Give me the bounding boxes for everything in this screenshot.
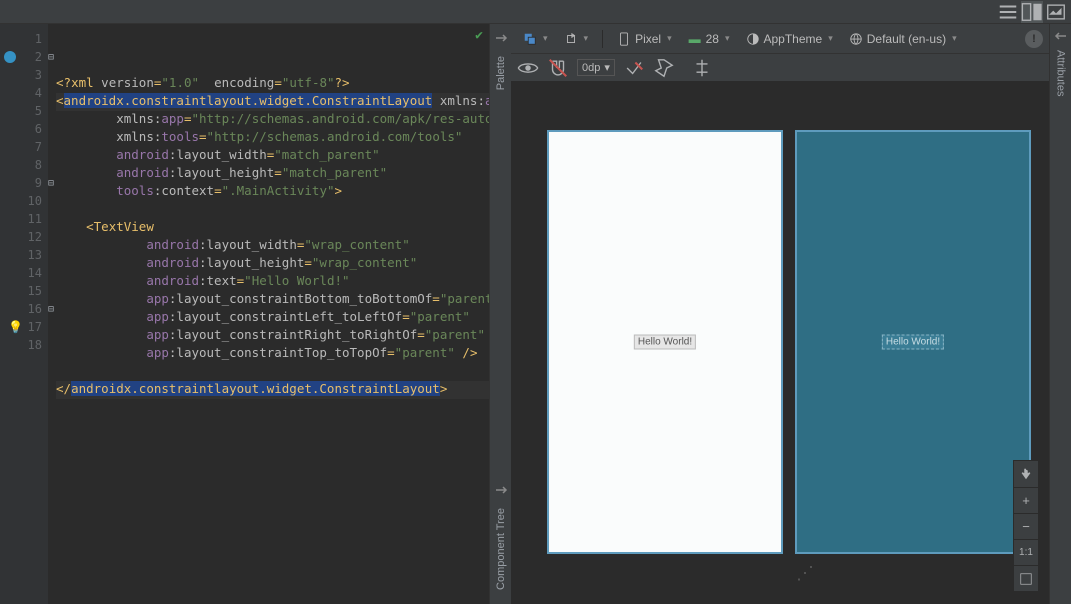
design-canvas[interactable]: Hello World! Hello World! ⋰ + − 1:1 bbox=[511, 82, 1049, 604]
view-options-icon[interactable] bbox=[517, 57, 539, 79]
line-number: 5 bbox=[0, 102, 48, 120]
code-line[interactable]: app:layout_constraintBottom_toBottomOf="… bbox=[56, 291, 489, 309]
zoom-fit-button[interactable] bbox=[1014, 565, 1038, 591]
zoom-controls: + − 1:1 bbox=[1013, 460, 1039, 592]
surface-select-button[interactable]: ▾ bbox=[517, 29, 554, 49]
editor-view-mode-toolbar bbox=[0, 0, 1071, 24]
code-line[interactable]: tools:context=".MainActivity"> bbox=[56, 183, 489, 201]
line-number: 12 bbox=[0, 228, 48, 246]
code-line[interactable]: <?xml version="1.0" encoding="utf-8"?> bbox=[56, 75, 489, 93]
collapse-tree-icon[interactable] bbox=[493, 482, 509, 498]
attributes-rail: Attributes bbox=[1049, 24, 1071, 604]
theme-label: AppTheme bbox=[764, 32, 823, 46]
line-number: 4 bbox=[0, 84, 48, 102]
line-number: 13 bbox=[0, 246, 48, 264]
device-selector[interactable]: Pixel▾ bbox=[611, 29, 678, 49]
magnet-icon[interactable] bbox=[547, 57, 569, 79]
collapse-attributes-icon[interactable] bbox=[1053, 28, 1069, 44]
line-number: 3 bbox=[0, 66, 48, 84]
line-number: 1 bbox=[0, 30, 48, 48]
code-line[interactable]: <TextView bbox=[56, 219, 489, 237]
design-surface-blueprint[interactable]: Hello World! bbox=[795, 130, 1031, 554]
line-number: 8 bbox=[0, 156, 48, 174]
designer-toolbar: ▾ ▾ Pixel▾ ▬28▾ AppTheme▾ Default (en-us… bbox=[511, 24, 1049, 54]
attributes-label[interactable]: Attributes bbox=[1055, 50, 1067, 96]
clear-constraints-icon[interactable] bbox=[623, 57, 645, 79]
code-line[interactable]: app:layout_constraintLeft_toLeftOf="pare… bbox=[56, 309, 489, 327]
code-editor-pane: 12⊟3456789⊟10111213141516⊟17💡18 ✔ <?xml … bbox=[0, 24, 489, 604]
line-number: 11 bbox=[0, 210, 48, 228]
code-line[interactable]: xmlns:tools="http://schemas.android.com/… bbox=[56, 129, 489, 147]
preview-textview[interactable]: Hello World! bbox=[634, 335, 696, 350]
pan-button[interactable] bbox=[1014, 461, 1038, 487]
default-margin-input[interactable]: 0dp▾ bbox=[577, 59, 615, 76]
locale-selector[interactable]: Default (en-us)▾ bbox=[843, 29, 963, 49]
code-line[interactable]: android:layout_width="wrap_content" bbox=[56, 237, 489, 255]
code-line[interactable]: android:layout_height="wrap_content" bbox=[56, 255, 489, 273]
infer-constraints-icon[interactable] bbox=[653, 57, 675, 79]
warnings-icon[interactable]: ! bbox=[1025, 30, 1043, 48]
code-line[interactable] bbox=[56, 201, 489, 219]
guidelines-icon[interactable] bbox=[691, 57, 713, 79]
line-number: 16⊟ bbox=[0, 300, 48, 318]
code-view-icon[interactable] bbox=[997, 1, 1019, 23]
code-editor[interactable]: ✔ <?xml version="1.0" encoding="utf-8"?>… bbox=[48, 24, 489, 604]
theme-selector[interactable]: AppTheme▾ bbox=[740, 29, 839, 49]
code-line[interactable]: </androidx.constraintlayout.widget.Const… bbox=[56, 381, 489, 399]
code-line[interactable]: android:layout_height="match_parent" bbox=[56, 165, 489, 183]
palette-label[interactable]: Palette bbox=[495, 56, 507, 90]
code-line[interactable]: xmlns:app="http://schemas.android.com/ap… bbox=[56, 111, 489, 129]
line-number: 10 bbox=[0, 192, 48, 210]
code-line[interactable]: app:layout_constraintTop_toTopOf="parent… bbox=[56, 345, 489, 363]
palette-rail: Palette Component Tree bbox=[489, 24, 511, 604]
resize-handle-icon[interactable]: ⋰ bbox=[796, 563, 812, 584]
line-number-gutter: 12⊟3456789⊟10111213141516⊟17💡18 bbox=[0, 24, 48, 604]
api-selector[interactable]: ▬28▾ bbox=[682, 29, 736, 49]
line-number: 2⊟ bbox=[0, 48, 48, 66]
line-number: 6 bbox=[0, 120, 48, 138]
component-tree-label[interactable]: Component Tree bbox=[495, 508, 507, 590]
line-number: 15 bbox=[0, 282, 48, 300]
line-number: 7 bbox=[0, 138, 48, 156]
api-label: 28 bbox=[706, 32, 719, 46]
code-line[interactable]: android:text="Hello World!" bbox=[56, 273, 489, 291]
analysis-ok-icon: ✔ bbox=[475, 28, 483, 43]
zoom-reset-button[interactable]: 1:1 bbox=[1014, 539, 1038, 565]
suggestion-bulb-icon[interactable]: 💡 bbox=[8, 320, 23, 334]
warning-marker-icon[interactable] bbox=[4, 51, 16, 63]
code-line[interactable]: android:layout_width="match_parent" bbox=[56, 147, 489, 165]
code-line[interactable] bbox=[56, 363, 489, 381]
code-line[interactable]: app:layout_constraintRight_toRightOf="pa… bbox=[56, 327, 489, 345]
line-number: 18 bbox=[0, 336, 48, 354]
line-number: 9⊟ bbox=[0, 174, 48, 192]
design-view-icon[interactable] bbox=[1045, 1, 1067, 23]
device-label: Pixel bbox=[635, 32, 661, 46]
zoom-in-button[interactable]: + bbox=[1014, 487, 1038, 513]
code-line[interactable]: <androidx.constraintlayout.widget.Constr… bbox=[56, 93, 489, 111]
default-margin-value: 0dp bbox=[582, 62, 600, 74]
collapse-palette-icon[interactable] bbox=[493, 30, 509, 46]
orientation-button[interactable]: ▾ bbox=[558, 29, 595, 49]
line-number: 14 bbox=[0, 264, 48, 282]
blueprint-textview[interactable]: Hello World! bbox=[882, 335, 944, 350]
designer-subtoolbar: 0dp▾ bbox=[511, 54, 1049, 82]
split-view-icon[interactable] bbox=[1021, 1, 1043, 23]
design-surface-render[interactable]: Hello World! bbox=[547, 130, 783, 554]
zoom-out-button[interactable]: − bbox=[1014, 513, 1038, 539]
line-number: 17💡 bbox=[0, 318, 48, 336]
locale-label: Default (en-us) bbox=[867, 32, 946, 46]
designer-pane: ▾ ▾ Pixel▾ ▬28▾ AppTheme▾ Default (en-us… bbox=[511, 24, 1049, 604]
